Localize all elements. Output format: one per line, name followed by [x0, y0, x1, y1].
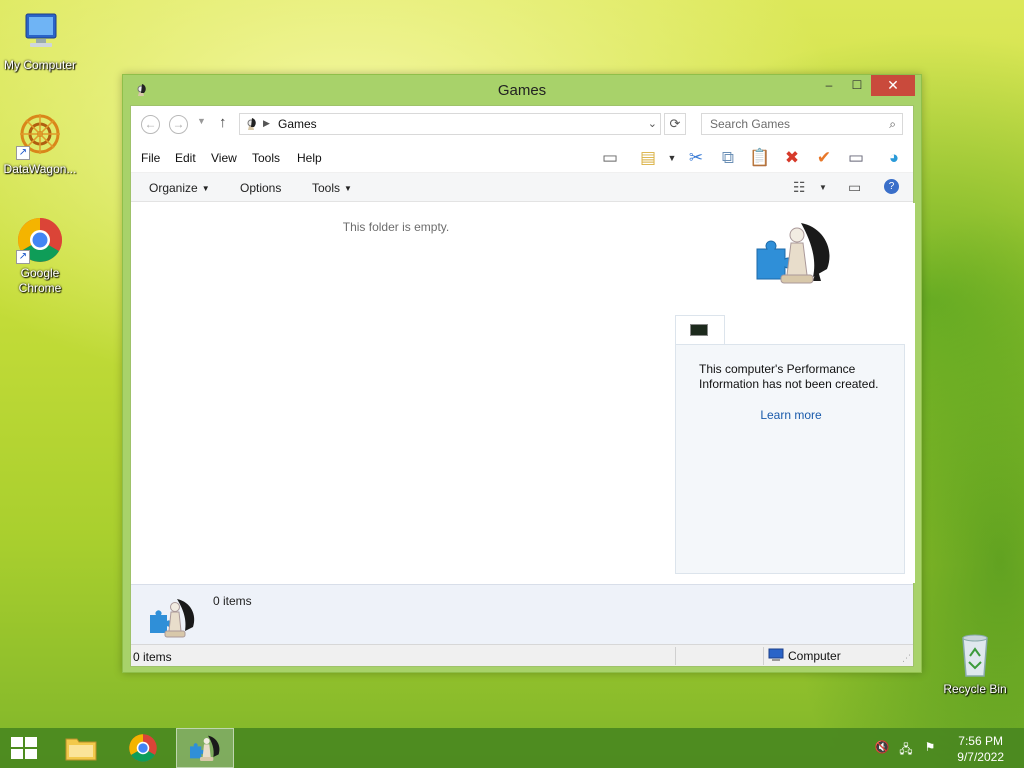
menu-file[interactable]: File: [141, 151, 160, 165]
datawagon-icon: ↗: [16, 112, 64, 160]
desktop-icon-label: DataWagon...: [3, 162, 77, 176]
recent-locations-icon[interactable]: ▼: [197, 116, 206, 126]
organize-label: Organize: [149, 181, 198, 195]
desktop-icon-label: My Computer: [3, 58, 77, 72]
menu-edit[interactable]: Edit: [175, 151, 196, 165]
resize-grip-icon[interactable]: ⋰: [902, 653, 911, 664]
taskbar: 🔇 🖧 ⚑ 7:56 PM 9/7/2022: [0, 728, 1024, 768]
performance-info-text: This computer's Performance Information …: [699, 362, 879, 391]
back-button[interactable]: ←: [141, 115, 160, 134]
menu-bar: File Edit View Tools Help ▭ ▤ ▼ ✂ ⧉ 📋 ✖ …: [131, 142, 913, 172]
windows-logo-icon: [11, 737, 37, 759]
taskbar-clock[interactable]: 7:56 PM 9/7/2022: [957, 733, 1004, 765]
close-button[interactable]: ✕: [871, 75, 915, 96]
performance-panel: This computer's Performance Information …: [675, 344, 905, 574]
folder-icon: [65, 738, 97, 761]
address-bar[interactable]: ▶ Games ⌄: [239, 113, 661, 135]
title-bar[interactable]: Games – ☐ ✕: [123, 75, 921, 105]
games-side-pane: This computer's Performance Information …: [661, 203, 915, 583]
games-folder-icon: [243, 116, 259, 132]
status-item-count: 0 items: [133, 650, 172, 664]
rename-icon[interactable]: ▭: [845, 147, 867, 169]
cut-icon[interactable]: ✂: [685, 147, 707, 169]
status-bar: 0 items Computer ⋰: [131, 644, 913, 666]
desktop-icon-chrome[interactable]: ↗ Google Chrome: [0, 216, 80, 296]
learn-more-link[interactable]: Learn more: [676, 408, 906, 422]
breadcrumb-separator-icon[interactable]: ▶: [263, 118, 270, 129]
preview-pane-icon[interactable]: ▭: [599, 147, 621, 169]
computer-icon: [768, 648, 784, 662]
explorer-window: Games – ☐ ✕ ← → ▼ ↑ ▶ Games ⌄ ⟳ Search G…: [122, 74, 922, 673]
chevron-down-icon[interactable]: ▼: [661, 147, 683, 169]
checkmark-icon[interactable]: ✔: [813, 147, 835, 169]
organize-button[interactable]: Organize ▼: [149, 181, 210, 195]
games-logo-icon: [190, 735, 220, 761]
view-options-icon[interactable]: ☷: [793, 179, 806, 196]
preview-pane-icon[interactable]: ▭: [848, 179, 861, 196]
window-body: ← → ▼ ↑ ▶ Games ⌄ ⟳ Search Games ⌕ File …: [130, 105, 915, 667]
command-bar: Organize ▼ Options Tools ▼ ☷ ▼ ▭ ?: [131, 172, 913, 202]
delete-icon[interactable]: ✖: [781, 147, 803, 169]
maximize-button[interactable]: ☐: [843, 75, 871, 96]
search-placeholder: Search Games: [710, 117, 791, 131]
search-input[interactable]: Search Games ⌕: [701, 113, 903, 135]
shell-icon[interactable]: ◕: [883, 147, 905, 169]
breadcrumb-games[interactable]: Games: [278, 117, 317, 131]
chevron-down-icon: ▼: [344, 184, 352, 193]
recycle-bin-icon: [951, 632, 999, 680]
games-logo-icon: [147, 597, 201, 641]
desktop-icon-recycle-bin[interactable]: Recycle Bin: [935, 632, 1015, 697]
window-title: Games: [497, 82, 547, 99]
forward-button[interactable]: →: [169, 115, 188, 134]
chrome-icon: [129, 734, 157, 762]
action-center-flag-icon[interactable]: ⚑: [922, 740, 938, 756]
network-icon[interactable]: 🖧: [898, 740, 914, 756]
address-row: ← → ▼ ↑ ▶ Games ⌄ ⟳ Search Games ⌕: [131, 106, 913, 142]
status-divider: [675, 647, 676, 665]
games-logo-icon: [751, 219, 841, 291]
up-arrow-icon[interactable]: ↑: [219, 114, 227, 131]
shortcut-arrow-icon: ↗: [16, 250, 30, 264]
tools-button[interactable]: Tools ▼: [312, 181, 352, 195]
refresh-button[interactable]: ⟳: [664, 113, 686, 135]
volume-muted-icon[interactable]: 🔇: [874, 740, 890, 756]
help-icon[interactable]: ?: [884, 179, 899, 194]
monitor-icon: [690, 324, 708, 336]
details-pane: 0 items: [131, 584, 913, 644]
menu-view[interactable]: View: [211, 151, 237, 165]
minimize-button[interactable]: –: [815, 75, 843, 96]
taskbar-games-window[interactable]: [176, 728, 234, 768]
chevron-down-icon[interactable]: ▼: [819, 183, 827, 192]
status-location: Computer: [768, 648, 841, 663]
taskbar-file-explorer[interactable]: [52, 728, 110, 768]
chevron-down-icon[interactable]: ⌄: [648, 117, 657, 130]
folder-properties-icon[interactable]: ▤: [637, 147, 659, 169]
menu-tools[interactable]: Tools: [252, 151, 280, 165]
clock-date: 9/7/2022: [957, 750, 1004, 764]
desktop-icon-label: Recycle Bin: [943, 682, 1007, 696]
taskbar-chrome[interactable]: [114, 728, 172, 768]
copy-icon[interactable]: ⧉: [717, 147, 739, 169]
search-icon[interactable]: ⌕: [889, 114, 896, 134]
chevron-down-icon: ▼: [201, 184, 210, 193]
empty-folder-message: This folder is empty.: [342, 220, 450, 234]
desktop-icon-datawagon[interactable]: ↗ DataWagon...: [0, 112, 80, 177]
file-list-area[interactable]: This folder is empty.: [131, 203, 661, 583]
chrome-icon: ↗: [16, 216, 64, 264]
status-divider: [763, 647, 764, 665]
computer-icon: [16, 8, 64, 56]
clock-time: 7:56 PM: [958, 734, 1003, 748]
tools-label: Tools: [312, 181, 341, 195]
desktop-icon-my-computer[interactable]: My Computer: [0, 8, 80, 73]
options-button[interactable]: Options: [240, 181, 281, 195]
shortcut-arrow-icon: ↗: [16, 146, 30, 160]
menu-help[interactable]: Help: [297, 151, 322, 165]
status-location-label: Computer: [788, 649, 841, 663]
start-button[interactable]: [0, 728, 48, 768]
desktop-icon-label: Google Chrome: [18, 266, 62, 295]
paste-icon[interactable]: 📋: [749, 147, 771, 169]
performance-tab[interactable]: [675, 315, 725, 345]
details-item-count: 0 items: [213, 594, 252, 608]
